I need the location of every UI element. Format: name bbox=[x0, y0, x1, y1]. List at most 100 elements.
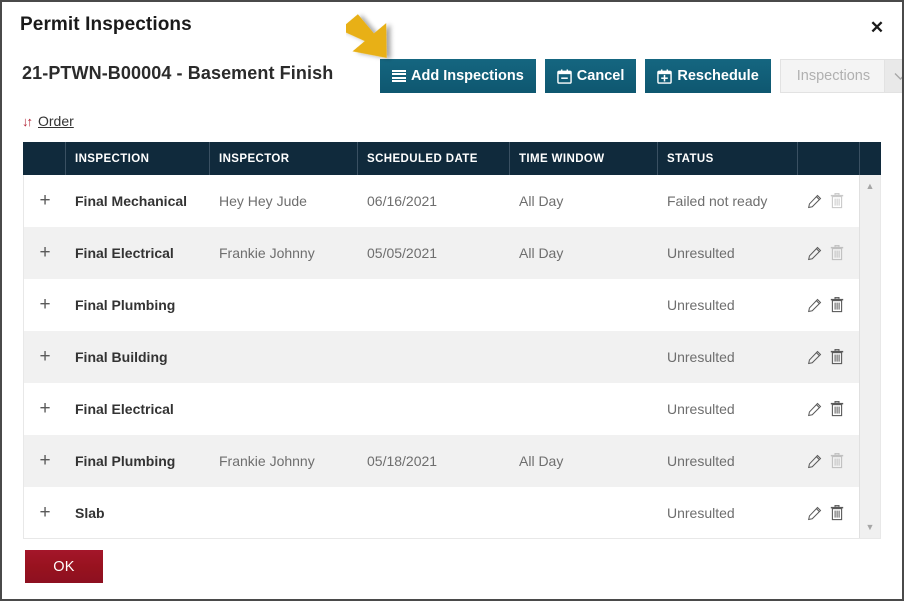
cell-status: Unresulted bbox=[667, 505, 735, 521]
ok-button[interactable]: OK bbox=[25, 550, 103, 583]
action-toolbar: Add Inspections Cancel Reschedule Inspec… bbox=[380, 59, 902, 93]
cell-inspection: Final Electrical bbox=[75, 401, 174, 417]
delete-trash-icon bbox=[829, 453, 845, 470]
delete-trash-icon bbox=[829, 193, 845, 210]
permit-inspections-dialog: Permit Inspections ✕ 21-PTWN-B00004 - Ba… bbox=[0, 0, 904, 601]
calendar-plus-icon bbox=[657, 68, 673, 84]
reschedule-button[interactable]: Reschedule bbox=[645, 59, 771, 93]
cell-time-window: All Day bbox=[519, 453, 564, 469]
cell-scheduled-date bbox=[358, 279, 510, 331]
row-expand-icon[interactable]: + bbox=[24, 487, 66, 538]
permit-subtitle: 21-PTWN-B00004 - Basement Finish bbox=[22, 63, 334, 83]
cell-status: Unresulted bbox=[667, 297, 735, 313]
row-expand-icon[interactable]: + bbox=[24, 331, 66, 383]
cancel-button[interactable]: Cancel bbox=[544, 59, 637, 93]
calendar-minus-icon bbox=[557, 68, 572, 84]
cell-time-window bbox=[510, 383, 658, 435]
cell-actions bbox=[798, 487, 860, 538]
close-icon[interactable]: ✕ bbox=[864, 14, 890, 40]
cell-status: Unresulted bbox=[667, 453, 735, 469]
edit-pencil-icon[interactable] bbox=[806, 297, 822, 314]
edit-pencil-icon[interactable] bbox=[806, 505, 822, 522]
column-header-inspection: INSPECTION bbox=[65, 142, 209, 175]
page-title: Permit Inspections bbox=[20, 14, 192, 35]
edit-pencil-icon[interactable] bbox=[806, 401, 822, 418]
column-header-inspector: INSPECTOR bbox=[209, 142, 357, 175]
scroll-up-icon[interactable]: ▲ bbox=[860, 178, 880, 194]
chevron-down-icon[interactable] bbox=[884, 60, 902, 92]
cell-actions bbox=[798, 435, 860, 487]
table-row[interactable]: + Final Electrical Frankie Johnny 05/05/202… bbox=[24, 227, 860, 279]
row-expand-icon[interactable]: + bbox=[24, 435, 66, 487]
table-scrollbar[interactable]: ▲ ▼ bbox=[859, 175, 880, 538]
edit-pencil-icon[interactable] bbox=[806, 349, 822, 366]
cancel-label: Cancel bbox=[576, 68, 625, 84]
column-header-time-window: TIME WINDOW bbox=[509, 142, 657, 175]
column-header-scrollbar-spacer bbox=[859, 142, 881, 175]
sort-arrows-icon: ↓↑ bbox=[22, 113, 33, 129]
inspections-dropdown[interactable]: Inspections bbox=[779, 59, 902, 93]
cell-status: Unresulted bbox=[667, 401, 735, 417]
cell-actions bbox=[798, 279, 860, 331]
cell-scheduled-date: 06/16/2021 bbox=[367, 193, 438, 209]
cell-actions bbox=[798, 227, 860, 279]
dialog-title-bar: Permit Inspections ✕ bbox=[2, 2, 902, 48]
cell-scheduled-date: 05/18/2021 bbox=[367, 453, 438, 469]
cell-scheduled-date: 05/05/2021 bbox=[367, 245, 438, 261]
table-row[interactable]: + Final Plumbing Unresulted bbox=[24, 279, 860, 331]
cell-status: Unresulted bbox=[667, 245, 735, 261]
table-row[interactable]: + Final Electrical Unresulted bbox=[24, 383, 860, 435]
inspections-dropdown-value: Inspections bbox=[780, 60, 885, 92]
cell-inspection: Final Plumbing bbox=[75, 297, 176, 313]
edit-pencil-icon[interactable] bbox=[806, 245, 822, 262]
edit-pencil-icon[interactable] bbox=[806, 193, 822, 210]
column-header-status: STATUS bbox=[657, 142, 797, 175]
table-row[interactable]: + Final Plumbing Frankie Johnny 05/18/2021 A… bbox=[24, 435, 860, 487]
cell-time-window bbox=[510, 279, 658, 331]
row-expand-icon[interactable]: + bbox=[24, 227, 66, 279]
cell-inspection: Slab bbox=[75, 505, 105, 521]
row-expand-icon[interactable]: + bbox=[24, 383, 66, 435]
cell-status: Failed not ready bbox=[667, 193, 768, 209]
column-header-expand bbox=[23, 142, 65, 175]
delete-trash-icon[interactable] bbox=[829, 349, 845, 366]
column-header-actions bbox=[797, 142, 859, 175]
cell-inspector: Frankie Johnny bbox=[219, 245, 315, 261]
cell-time-window: All Day bbox=[519, 193, 564, 209]
table-body: + Final Mechanical Hey Hey Jude 06/16/2021 A… bbox=[23, 175, 881, 539]
cell-inspector bbox=[210, 383, 358, 435]
cell-inspector: Frankie Johnny bbox=[219, 453, 315, 469]
cell-time-window bbox=[510, 331, 658, 383]
cell-actions bbox=[798, 331, 860, 383]
cell-scheduled-date bbox=[358, 383, 510, 435]
delete-trash-icon bbox=[829, 245, 845, 262]
list-icon bbox=[392, 70, 406, 83]
row-expand-icon[interactable]: + bbox=[24, 175, 66, 227]
table-rows: + Final Mechanical Hey Hey Jude 06/16/2021 A… bbox=[24, 175, 860, 538]
add-inspections-button[interactable]: Add Inspections bbox=[380, 59, 536, 93]
scroll-down-icon[interactable]: ▼ bbox=[860, 519, 880, 535]
cell-inspector bbox=[210, 331, 358, 383]
edit-pencil-icon[interactable] bbox=[806, 453, 822, 470]
inspections-table: INSPECTION INSPECTOR SCHEDULED DATE TIME… bbox=[23, 142, 881, 539]
table-header-row: INSPECTION INSPECTOR SCHEDULED DATE TIME… bbox=[23, 142, 881, 175]
delete-trash-icon[interactable] bbox=[829, 297, 845, 314]
table-row[interactable]: + Final Building Unresulted bbox=[24, 331, 860, 383]
cell-actions bbox=[798, 175, 860, 227]
cell-inspection: Final Electrical bbox=[75, 245, 174, 261]
order-link-label[interactable]: Order bbox=[38, 113, 74, 129]
cell-scheduled-date bbox=[358, 487, 510, 538]
cell-inspector bbox=[210, 487, 358, 538]
table-row[interactable]: + Final Mechanical Hey Hey Jude 06/16/2021 A… bbox=[24, 175, 860, 227]
row-expand-icon[interactable]: + bbox=[24, 279, 66, 331]
cell-actions bbox=[798, 383, 860, 435]
delete-trash-icon[interactable] bbox=[829, 505, 845, 522]
cell-inspection: Final Mechanical bbox=[75, 193, 188, 209]
delete-trash-icon[interactable] bbox=[829, 401, 845, 418]
cell-status: Unresulted bbox=[667, 349, 735, 365]
column-header-scheduled-date: SCHEDULED DATE bbox=[357, 142, 509, 175]
table-row[interactable]: + Slab Unresulted bbox=[24, 487, 860, 538]
order-sort-control[interactable]: ↓↑ Order bbox=[22, 113, 74, 129]
cell-inspection: Final Plumbing bbox=[75, 453, 176, 469]
cell-inspector: Hey Hey Jude bbox=[219, 193, 307, 209]
